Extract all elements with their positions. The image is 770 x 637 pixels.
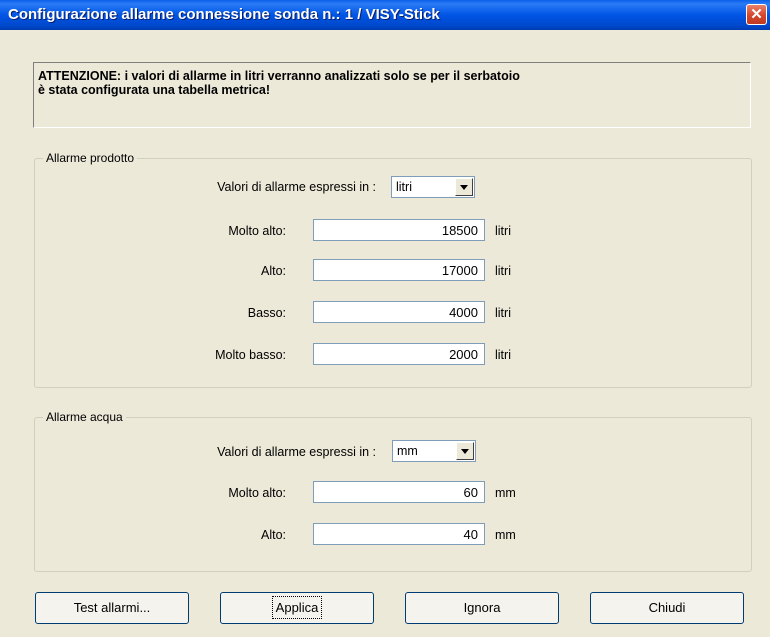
product-very-high-value: 18500 [441, 223, 478, 238]
ignore-label: Ignora [463, 600, 501, 615]
product-very-low-value: 2000 [449, 347, 478, 362]
product-very-low-field[interactable]: 2000 [313, 343, 485, 365]
close-label: Chiudi [648, 600, 686, 615]
warning-line-2: è stata configurata una tabella metrica! [38, 83, 271, 97]
product-high-unit: litri [495, 264, 511, 278]
product-alarm-legend: Allarme prodotto [43, 151, 138, 165]
product-very-high-field[interactable]: 18500 [313, 219, 485, 241]
product-units-value: litri [396, 180, 412, 194]
product-very-low-label: Molto basso: [215, 348, 286, 362]
product-units-select[interactable]: litri [391, 176, 475, 198]
title-bar[interactable]: Configurazione allarme connessione sonda… [0, 0, 770, 30]
product-high-field[interactable]: 17000 [313, 259, 485, 281]
warning-line-1: ATTENZIONE: i valori di allarme in litri… [38, 69, 520, 83]
chevron-down-icon[interactable] [456, 442, 474, 460]
product-low-unit: litri [495, 306, 511, 320]
water-very-high-field[interactable]: 60 [313, 481, 485, 503]
water-high-label: Alto: [260, 528, 286, 542]
water-units-select[interactable]: mm [392, 440, 476, 462]
product-very-low-unit: litri [495, 348, 511, 362]
product-high-label: Alto: [260, 264, 286, 278]
apply-label: Applica [271, 596, 323, 619]
product-low-value: 4000 [449, 305, 478, 320]
water-very-high-unit: mm [495, 486, 516, 500]
product-low-label: Basso: [247, 306, 286, 320]
product-low-field[interactable]: 4000 [313, 301, 485, 323]
water-units-label: Valori di allarme espressi in : [217, 445, 376, 459]
water-units-value: mm [397, 444, 418, 458]
test-alarms-label: Test allarmi... [73, 600, 151, 615]
warning-box: ATTENZIONE: i valori di allarme in litri… [33, 62, 751, 128]
water-high-field[interactable]: 40 [313, 523, 485, 545]
product-units-label: Valori di allarme espressi in : [217, 180, 376, 194]
product-high-value: 17000 [441, 263, 478, 278]
water-high-value: 40 [463, 527, 478, 542]
close-icon: ✕ [750, 6, 763, 23]
window-title: Configurazione allarme connessione sonda… [8, 6, 440, 23]
water-alarm-legend: Allarme acqua [43, 410, 126, 424]
product-very-high-label: Molto alto: [228, 224, 286, 238]
water-high-unit: mm [495, 528, 516, 542]
window-close-button[interactable]: ✕ [746, 4, 767, 25]
chevron-down-icon[interactable] [455, 178, 473, 196]
ignore-button[interactable]: Ignora [405, 592, 559, 624]
water-very-high-value: 60 [463, 485, 478, 500]
test-alarms-button[interactable]: Test allarmi... [35, 592, 189, 624]
product-very-high-unit: litri [495, 224, 511, 238]
water-very-high-label: Molto alto: [228, 486, 286, 500]
close-button[interactable]: Chiudi [590, 592, 744, 624]
apply-button[interactable]: Applica [220, 592, 374, 624]
